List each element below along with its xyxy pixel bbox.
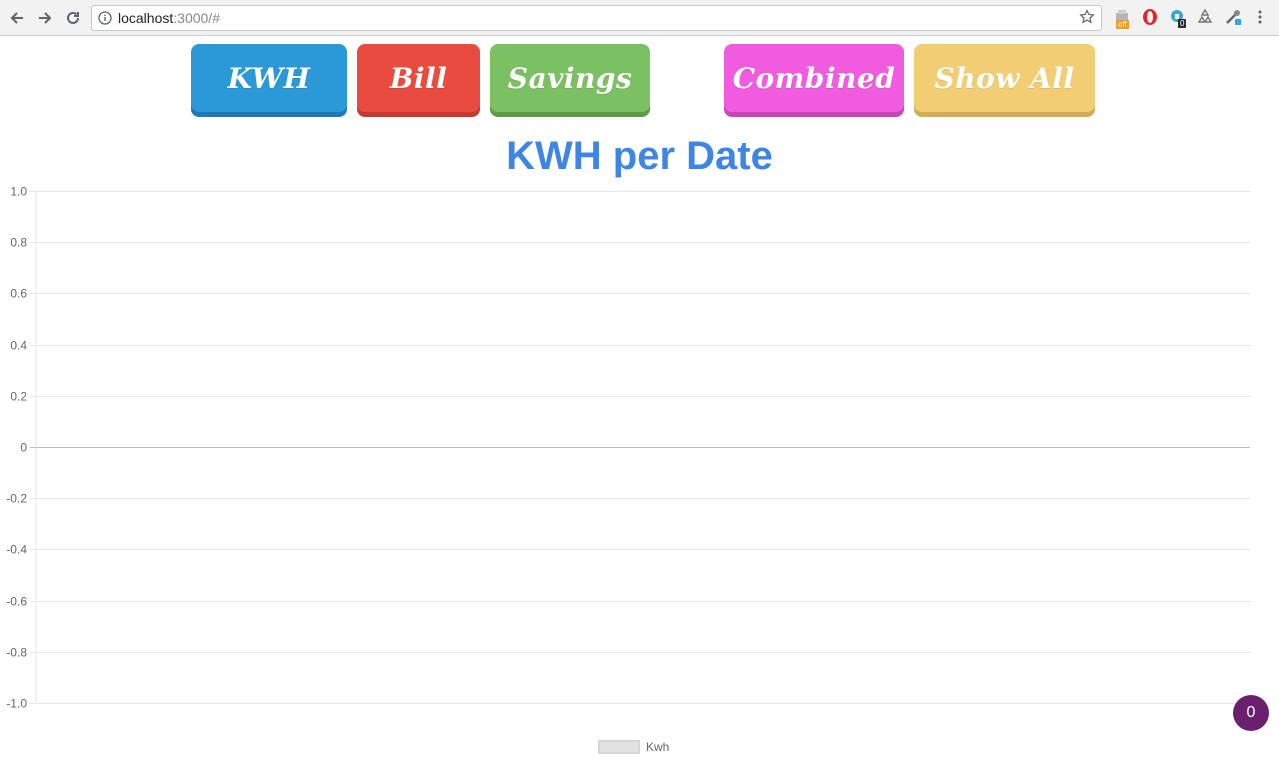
reload-icon[interactable] — [62, 7, 84, 29]
extension-lock-icon[interactable]: 0 — [1169, 8, 1189, 28]
y-tick-label: 0 — [20, 441, 27, 455]
y-tick-label: 0.2 — [10, 390, 27, 404]
menu-kebab-icon[interactable] — [1252, 8, 1268, 28]
y-tick-label: 1.0 — [10, 185, 27, 199]
y-tick-label: 0.8 — [10, 236, 27, 250]
y-tick-label: -0.8 — [6, 646, 27, 660]
savings-button[interactable]: Savings — [490, 44, 650, 112]
y-tick-label: -0.6 — [6, 595, 27, 609]
chart-title: KWH per Date — [506, 134, 773, 178]
combined-button[interactable]: Combined — [724, 44, 904, 112]
url-text: localhost:3000/# — [118, 10, 220, 26]
extension-badge-off: off — [1116, 20, 1129, 29]
show-all-button[interactable]: Show All — [914, 44, 1095, 112]
extension-box-icon[interactable]: off — [1114, 8, 1134, 29]
bookmark-star-icon[interactable] — [1079, 9, 1095, 30]
bill-button[interactable]: Bill — [357, 44, 480, 112]
extension-badge-count: 0 — [1178, 19, 1187, 28]
y-tick-label: -0.2 — [6, 492, 27, 506]
y-tick-label: -0.4 — [6, 543, 27, 557]
legend-swatch — [598, 740, 640, 754]
y-tick-label: -1.0 — [6, 697, 27, 711]
back-icon[interactable] — [6, 7, 28, 29]
kwh-chart: 1.0 0.8 0.6 0.4 0.2 0 -0.2 -0.4 -0.6 -0.8 -1.0 — [6, 185, 1250, 711]
address-bar[interactable]: localhost:3000/# — [91, 5, 1102, 31]
kwh-button[interactable]: KWH — [191, 44, 347, 112]
url-host: localhost — [118, 10, 174, 26]
y-tick-label: 0.6 — [10, 287, 27, 301]
browser-toolbar: localhost:3000/# off 0 — [0, 0, 1279, 36]
info-icon[interactable] — [98, 11, 112, 30]
url-path: :3000/# — [173, 10, 220, 26]
extension-tool-icon[interactable] — [1224, 8, 1244, 28]
legend-label: Kwh — [646, 740, 670, 754]
recycle-icon[interactable] — [1196, 8, 1216, 28]
opera-icon[interactable] — [1141, 8, 1161, 28]
y-tick-label: 0.4 — [10, 339, 27, 353]
notification-count-button[interactable]: 0 — [1233, 695, 1269, 731]
chart-legend[interactable]: Kwh — [598, 740, 669, 754]
forward-icon[interactable] — [34, 7, 56, 29]
